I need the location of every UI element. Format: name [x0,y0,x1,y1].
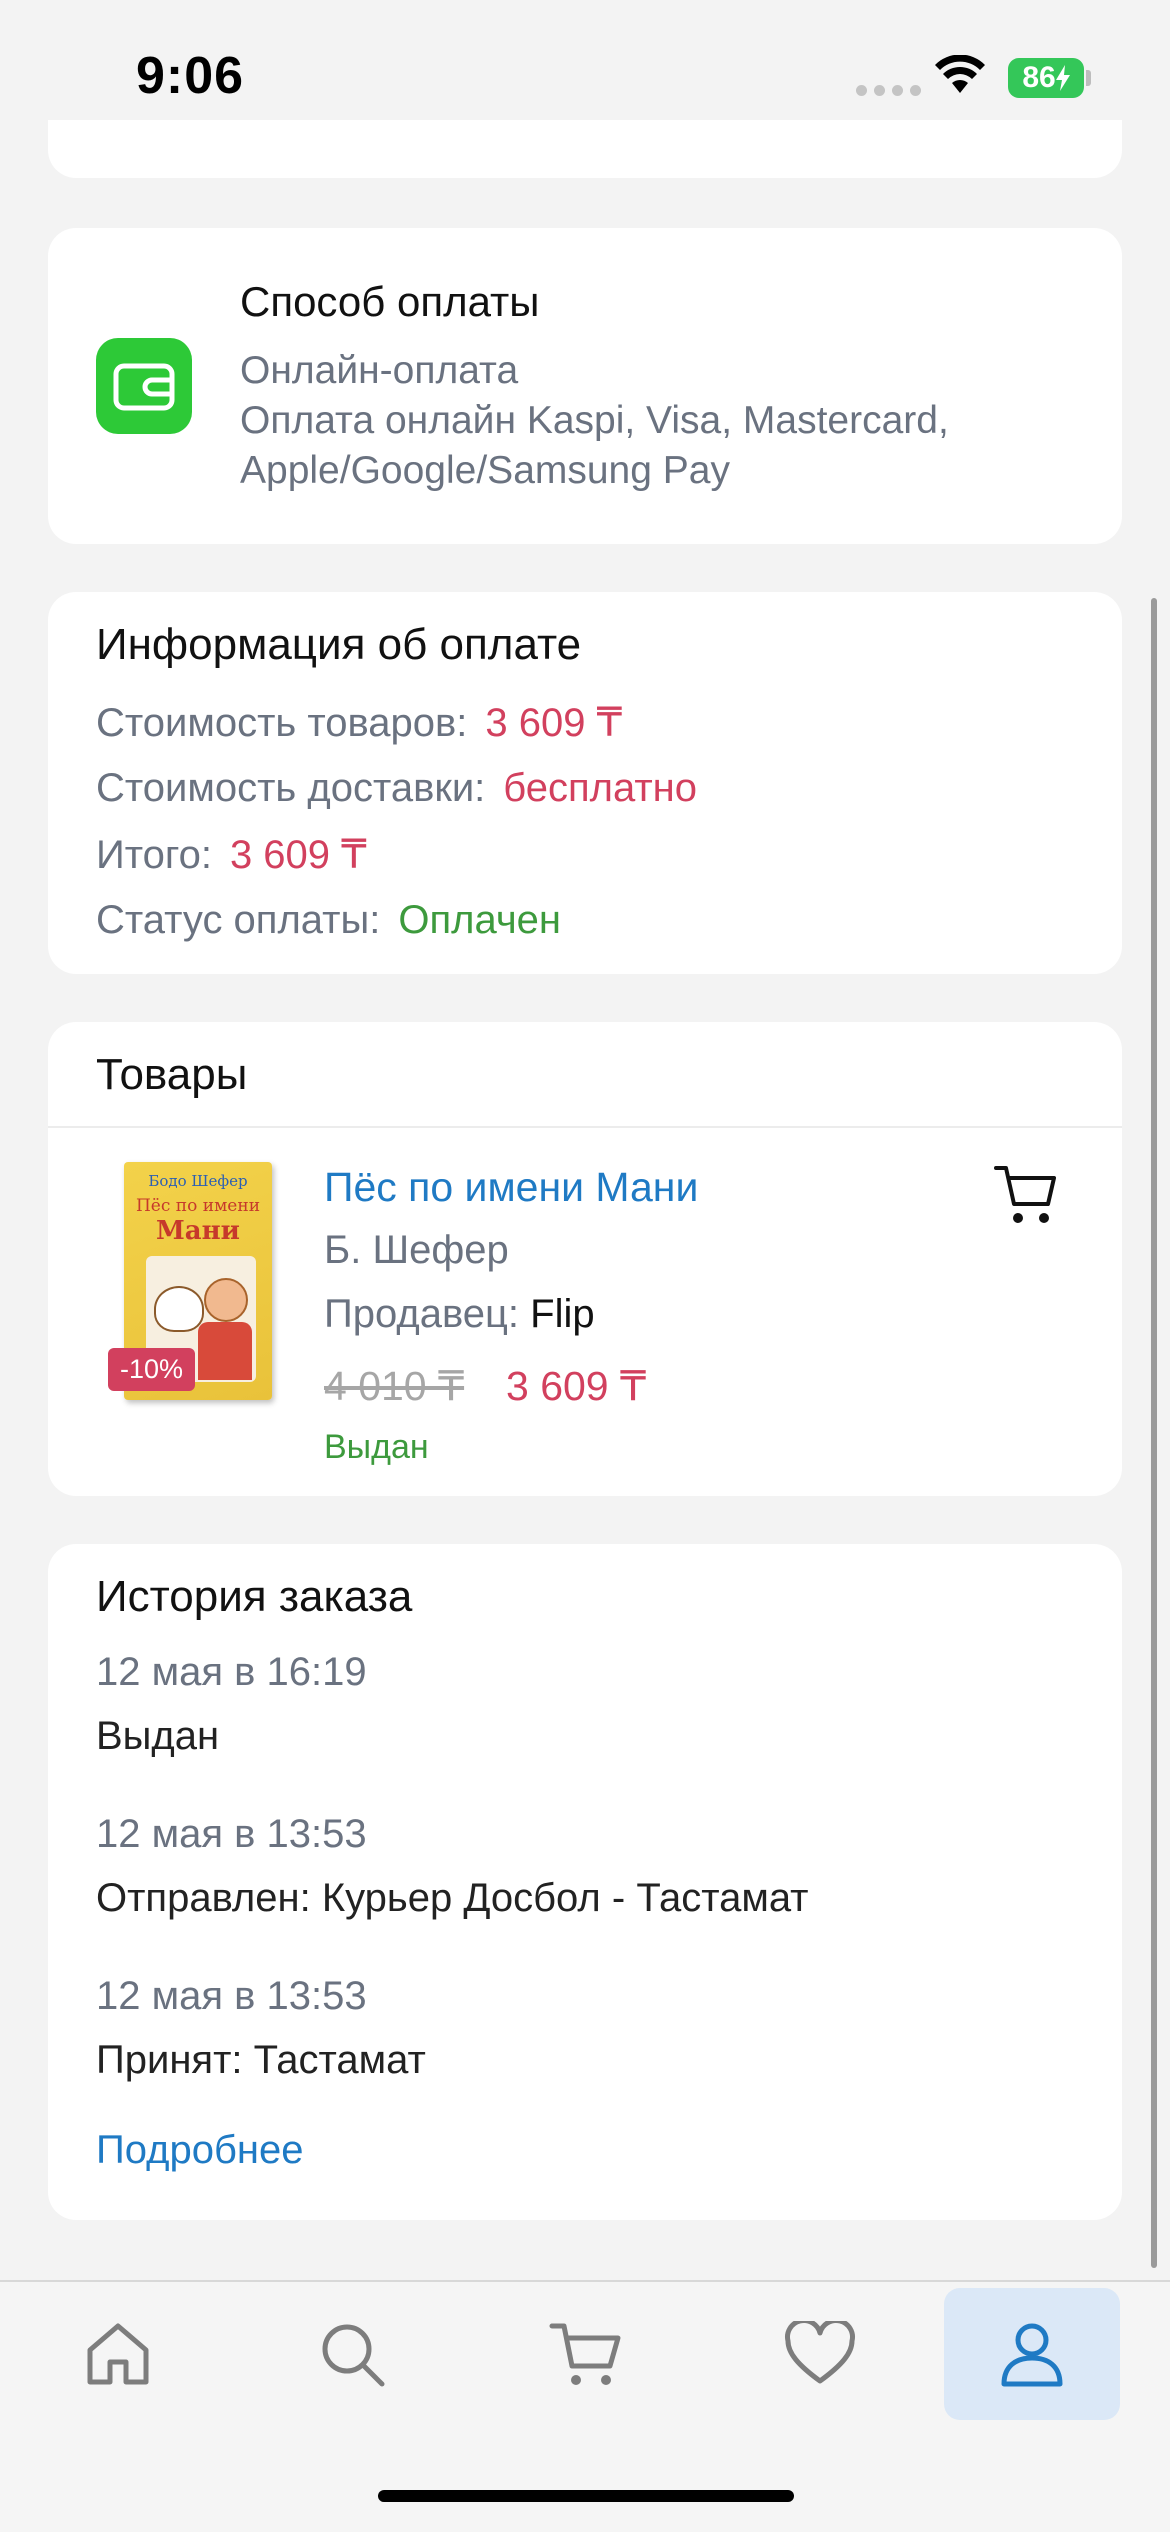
product-name-link[interactable]: Пёс по имени Мани [324,1164,698,1211]
status-bar: 9:06 86 [0,0,1170,140]
total-value: 3 609 ₸ [229,833,367,877]
history-date: 12 мая в 13:53 [96,1812,367,1856]
wifi-icon [935,55,985,93]
charging-bolt-icon [1055,65,1070,91]
dog-illustration [154,1286,204,1332]
add-to-cart-icon[interactable] [992,1162,1060,1228]
battery-cap [1086,70,1091,86]
tab-search[interactable] [264,2288,440,2420]
previous-card [48,120,1122,178]
payment-info-title: Информация об оплате [96,620,582,669]
cellular-signal-icon [856,85,921,96]
product-author: Б. Шефер [324,1228,509,1272]
cart-icon [549,2323,621,2385]
home-icon [87,2323,149,2385]
payment-method-details: Онлайн-оплата Оплата онлайн Kaspi, Visa,… [240,346,1100,496]
battery-level: 86 [1022,61,1056,94]
payment-status-label: Статус оплаты: [96,898,381,942]
more-details-link[interactable]: Подробнее [96,2128,303,2173]
scrollbar[interactable] [1151,598,1157,2268]
payment-method-name: Онлайн-оплата [240,349,519,392]
goods-card: Товары Бодо Шефер Пёс по имени Мани -10%… [48,1022,1122,1496]
seller-name: Flip [530,1292,595,1336]
search-icon [322,2324,385,2387]
history-event: Выдан [96,1714,220,1758]
item-status: Выдан [324,1428,429,1466]
profile-icon [1001,2323,1063,2387]
payment-method-description: Оплата онлайн Kaspi, Visa, Mastercard, A… [240,399,949,492]
battery-indicator: 86 [1008,58,1084,98]
tab-cart[interactable] [498,2288,674,2420]
delivery-cost-row: Стоимость доставки: бесплатно [96,766,697,811]
old-price: 4 010 ₸ [324,1363,465,1409]
status-time: 9:06 [136,47,245,105]
goods-cost-row: Стоимость товаров: 3 609 ₸ [96,700,622,746]
discount-badge: -10% [108,1348,196,1391]
goods-cost-value: 3 609 ₸ [485,701,623,745]
payment-status-value: Оплачен [398,898,562,942]
history-date: 12 мая в 16:19 [96,1650,367,1694]
payment-info-card: Информация об оплате Стоимость товаров: 3… [48,592,1122,974]
payment-method-title: Способ оплаты [240,278,540,325]
order-history-title: История заказа [96,1572,413,1621]
home-indicator[interactable] [378,2490,794,2502]
goods-title: Товары [96,1050,248,1099]
screen: 9:06 86 Способ оплаты Онлайн-оплата Опла… [0,0,1170,2532]
history-date: 12 мая в 13:53 [96,1974,367,2018]
tab-favorites[interactable] [732,2288,908,2420]
total-label: Итого: [96,833,212,877]
shirt-illustration [198,1322,252,1380]
delivery-cost-value: бесплатно [503,766,698,810]
cover-title-line2: Мани [156,1216,240,1246]
cover-author: Бодо Шефер [148,1172,248,1190]
tab-profile[interactable] [944,2288,1120,2420]
current-price: 3 609 ₸ [506,1363,647,1409]
seller-label: Продавец: [324,1292,520,1336]
tab-home[interactable] [30,2288,206,2420]
payment-method-card: Способ оплаты Онлайн-оплата Оплата онлай… [48,228,1122,544]
divider [48,1126,1122,1128]
wallet-icon [96,338,192,434]
payment-status-row: Статус оплаты: Оплачен [96,898,561,943]
product-seller: Продавец: Flip [324,1292,595,1337]
total-row: Итого: 3 609 ₸ [96,832,367,878]
heart-icon [785,2321,855,2384]
history-event: Принят: Тастамат [96,2038,426,2082]
delivery-cost-label: Стоимость доставки: [96,766,486,810]
history-event: Отправлен: Курьер Досбол - Тастамат [96,1876,809,1920]
goods-cost-label: Стоимость товаров: [96,701,468,745]
order-history-card: История заказа 12 мая в 16:19 Выдан 12 м… [48,1544,1122,2220]
boy-illustration [204,1278,248,1322]
cover-title-line1: Пёс по имени [135,1196,261,1216]
